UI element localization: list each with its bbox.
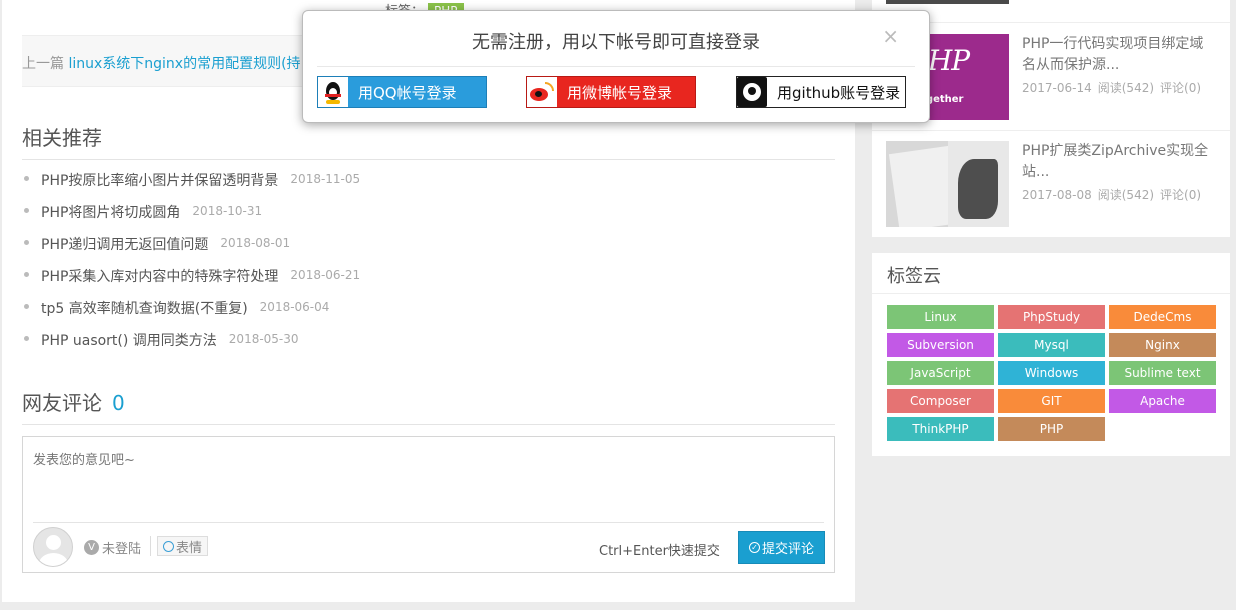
- emoji-label: 表情: [176, 540, 203, 556]
- divider: [317, 66, 915, 67]
- recommend-title-text: 相关推荐: [22, 126, 102, 150]
- github-login-label: 用github账号登录: [777, 83, 901, 102]
- avatar: [33, 527, 73, 567]
- bullet-icon: [24, 304, 29, 309]
- recommend-list: PHP按原比率缩小图片并保留透明背景 2018-11-05 PHP将图片将切成圆角…: [22, 170, 360, 362]
- article-thumbnail[interactable]: [886, 141, 1009, 227]
- comments-title: 网友评论 0: [22, 387, 835, 425]
- divider: [872, 130, 1230, 131]
- bullet-icon: [24, 240, 29, 245]
- qq-login-label: 用QQ帐号登录: [358, 83, 457, 102]
- weibo-icon: [527, 77, 557, 107]
- prev-label: 上一篇: [22, 56, 64, 72]
- recommend-link[interactable]: PHP uasort() 调用同类方法: [41, 330, 217, 350]
- comments-count: 0: [112, 391, 125, 415]
- qq-icon: [318, 77, 348, 107]
- tag-php[interactable]: PHP: [998, 417, 1105, 441]
- recommend-date: 2018-06-04: [259, 300, 330, 314]
- recommend-date: 2018-08-01: [220, 236, 291, 250]
- login-status-text: 未登陆: [102, 542, 142, 557]
- tag-mysql[interactable]: Mysql: [998, 333, 1105, 357]
- article-meta: 2017-06-14 阅读(542) 评论(0): [1022, 79, 1207, 96]
- prev-article-link[interactable]: linux系统下nginx的常用配置规则(持...: [68, 56, 313, 72]
- article-title[interactable]: PHP扩展类ZipArchive实现全站...: [1022, 141, 1217, 183]
- bullet-icon: [24, 272, 29, 277]
- github-icon: [737, 77, 767, 107]
- tag-apache[interactable]: Apache: [1109, 389, 1216, 413]
- tag-cloud: 标签云 Linux PhpStudy DedeCms Subversion Mysql N…: [872, 253, 1230, 456]
- recommend-date: 2018-05-30: [228, 332, 299, 346]
- recommend-title: 相关推荐: [22, 122, 835, 160]
- list-item[interactable]: PHP递归调用无返回值问题 2018-08-01: [22, 234, 360, 266]
- submit-comment-button[interactable]: ✓ 提交评论: [738, 531, 825, 564]
- tag-javascript[interactable]: JavaScript: [887, 361, 994, 385]
- article-item[interactable]: PHP e together PHP一行代码实现项目绑定域名从而保护源... 2…: [886, 34, 1216, 122]
- recommend-link[interactable]: PHP采集入库对内容中的特殊字符处理: [41, 266, 278, 286]
- bullet-icon: [24, 336, 29, 341]
- tag-git[interactable]: GIT: [998, 389, 1105, 413]
- divider: [150, 536, 151, 556]
- tag-cloud-title: 标签云: [872, 253, 1230, 294]
- submit-label: 提交评论: [761, 542, 814, 557]
- article-reads: 阅读(542): [1097, 81, 1155, 95]
- recommend-date: 2018-11-05: [290, 172, 361, 186]
- emoji-button[interactable]: 表情: [157, 536, 209, 556]
- comment-box: V 未登陆 表情 Ctrl+Enter快速提交 ✓ 提交评论: [22, 436, 835, 573]
- tag-windows[interactable]: Windows: [998, 361, 1105, 385]
- login-status[interactable]: V 未登陆: [84, 538, 141, 557]
- weibo-login-button[interactable]: 用微博帐号登录: [526, 76, 696, 108]
- article-title[interactable]: PHP一行代码实现项目绑定域名从而保护源...: [1022, 34, 1217, 76]
- list-item[interactable]: tp5 高效率随机查询数据(不重复) 2018-06-04: [22, 298, 360, 330]
- list-item[interactable]: PHP uasort() 调用同类方法 2018-05-30: [22, 330, 360, 362]
- smile-icon: [163, 540, 174, 552]
- article-meta: 2017-08-08 阅读(542) 评论(0): [1022, 186, 1207, 203]
- recommend-date: 2018-06-21: [290, 268, 361, 282]
- tag-grid: Linux PhpStudy DedeCms Subversion Mysql Nginx…: [887, 305, 1216, 441]
- list-item[interactable]: PHP按原比率缩小图片并保留透明背景 2018-11-05: [22, 170, 360, 202]
- article-date: 2017-08-08: [1022, 188, 1092, 202]
- check-icon: ✓: [748, 542, 760, 553]
- shortcut-hint: Ctrl+Enter快速提交: [599, 544, 720, 559]
- article-item[interactable]: [886, 0, 1216, 4]
- article-thumbnail[interactable]: [886, 0, 1009, 4]
- verified-icon: V: [84, 540, 99, 555]
- qq-login-button[interactable]: 用QQ帐号登录: [317, 76, 487, 108]
- bullet-icon: [24, 208, 29, 213]
- list-item[interactable]: PHP采集入库对内容中的特殊字符处理 2018-06-21: [22, 266, 360, 298]
- article-date: 2017-06-14: [1022, 81, 1092, 95]
- bullet-icon: [24, 176, 29, 181]
- tag-phpstudy[interactable]: PhpStudy: [998, 305, 1105, 329]
- recommend-link[interactable]: PHP按原比率缩小图片并保留透明背景: [41, 170, 278, 190]
- weibo-login-label: 用微博帐号登录: [567, 83, 673, 102]
- article-reads: 阅读(542): [1097, 188, 1155, 202]
- close-icon[interactable]: ×: [882, 24, 899, 48]
- recommend-link[interactable]: PHP递归调用无返回值问题: [41, 234, 208, 254]
- tag-dedecms[interactable]: DedeCms: [1109, 305, 1216, 329]
- article-item[interactable]: PHP扩展类ZipArchive实现全站... 2017-08-08 阅读(542…: [886, 141, 1216, 229]
- login-modal: 无需注册，用以下帐号即可直接登录 × 用QQ帐号登录 用微博帐号登录 用gith…: [302, 10, 930, 123]
- recommend-link[interactable]: PHP将图片将切成圆角: [41, 202, 180, 222]
- tag-composer[interactable]: Composer: [887, 389, 994, 413]
- comments-title-text: 网友评论: [22, 391, 102, 415]
- modal-title: 无需注册，用以下帐号即可直接登录: [472, 32, 760, 53]
- article-comments: 评论(0): [1160, 81, 1202, 95]
- tag-linux[interactable]: Linux: [887, 305, 994, 329]
- divider: [33, 522, 824, 523]
- tag-nginx[interactable]: Nginx: [1109, 333, 1216, 357]
- tag-subversion[interactable]: Subversion: [887, 333, 994, 357]
- github-login-button[interactable]: 用github账号登录: [736, 76, 906, 108]
- tag-thinkphp[interactable]: ThinkPHP: [887, 417, 994, 441]
- recommend-date: 2018-10-31: [192, 204, 263, 218]
- list-item[interactable]: PHP将图片将切成圆角 2018-10-31: [22, 202, 360, 234]
- tag-sublime-text[interactable]: Sublime text: [1109, 361, 1216, 385]
- comment-input[interactable]: [33, 449, 823, 519]
- recommend-link[interactable]: tp5 高效率随机查询数据(不重复): [41, 298, 248, 318]
- article-comments: 评论(0): [1160, 188, 1202, 202]
